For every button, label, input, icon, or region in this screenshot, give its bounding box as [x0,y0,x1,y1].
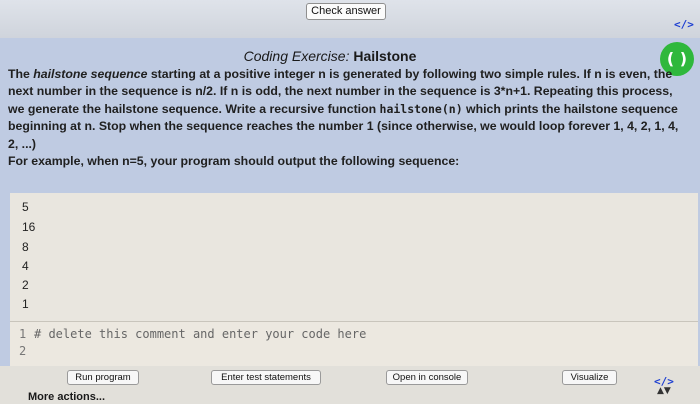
sort-arrows-icon[interactable]: ▲▼ [657,387,671,396]
sample-output-line: 2 [22,278,29,292]
description-term: hailstone sequence [33,67,148,81]
open-in-console-button[interactable]: Open in console [386,370,468,385]
exercise-title: Coding Exercise: Hailstone [0,48,660,64]
sample-output-box [10,193,698,321]
exercise-title-name: Hailstone [353,48,417,64]
sample-output-line: 1 [22,297,29,311]
code-line[interactable]: # delete this comment and enter your cod… [34,327,366,341]
sample-output-line: 5 [22,200,29,214]
more-actions-menu[interactable]: More actions... [28,391,105,403]
sample-output-line: 4 [22,259,29,273]
sample-output-line: 16 [22,220,36,234]
example-intro: For example, when n=5, your program shou… [8,154,460,169]
enter-test-statements-button[interactable]: Enter test statements [211,370,321,385]
code-view-icon[interactable]: </> [674,18,694,31]
check-answer-button[interactable]: Check answer [306,3,386,20]
function-name: hailstone(n) [379,101,463,116]
run-program-button[interactable]: Run program [67,370,139,385]
exercise-title-lead: Coding Exercise: [243,48,350,64]
exercise-description: The hailstone sequence starting at a pos… [8,66,684,170]
description-text: The [8,67,34,81]
sample-output-line: 8 [22,240,29,254]
line-number: 1 [19,327,27,341]
visualize-button[interactable]: Visualize [562,370,617,385]
line-number: 2 [19,344,27,358]
